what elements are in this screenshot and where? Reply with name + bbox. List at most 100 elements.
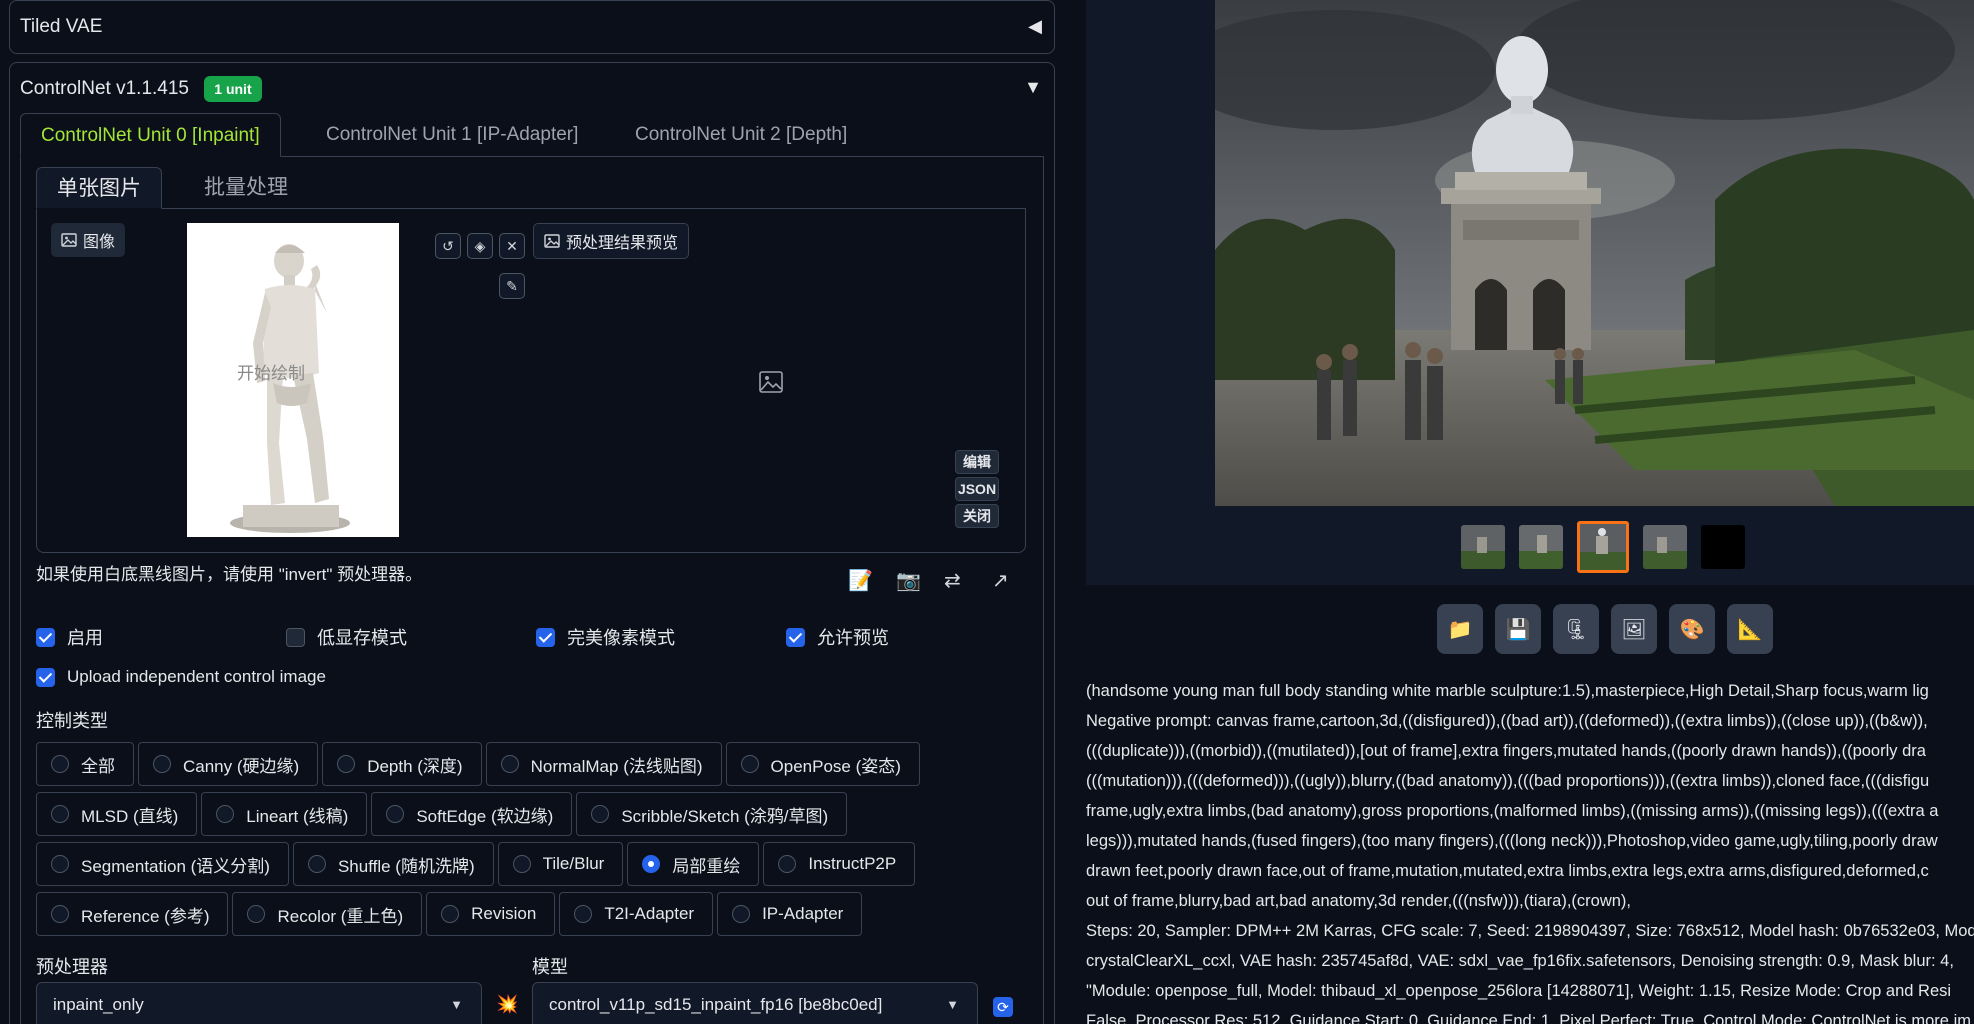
thumbnail-image — [1519, 525, 1563, 569]
preprocessor-dropdown[interactable]: inpaint_only ▼ — [36, 982, 482, 1024]
collapse-arrow-icon[interactable]: ◀ — [1028, 16, 1042, 37]
swap-icon[interactable]: ⇄ — [944, 568, 961, 593]
radio-dot[interactable] — [307, 855, 326, 873]
draw-hint: 开始绘制 — [237, 364, 305, 383]
camera-icon[interactable]: 📷 — [896, 568, 921, 593]
radio-dot[interactable] — [51, 805, 69, 823]
radio-tile-blur[interactable]: Tile/Blur — [497, 842, 624, 886]
radio-dot[interactable] — [153, 755, 171, 773]
radio-instructp2p[interactable]: InstructP2P — [763, 842, 916, 886]
radio-dot[interactable] — [740, 755, 759, 773]
radio-canny[interactable]: Canny (硬边缘) — [138, 742, 319, 786]
open-folder-button[interactable]: 📁 — [1437, 604, 1483, 654]
pixel-perfect-checkbox[interactable]: 完美像素模式 — [536, 624, 675, 650]
radio-dot[interactable] — [441, 905, 460, 923]
zip-button[interactable]: 🗜 — [1553, 604, 1599, 654]
model-dropdown[interactable]: control_v11p_sd15_inpaint_fp16 [be8bc0ed… — [532, 982, 978, 1024]
radio-dot[interactable] — [51, 905, 69, 923]
radio-softedge[interactable]: SoftEdge (软边缘) — [371, 792, 573, 836]
control-image-canvas[interactable]: 开始绘制 — [187, 223, 399, 537]
radio-segmentation[interactable]: Segmentation (语义分割) — [36, 842, 289, 886]
thumbnail-image — [1580, 524, 1626, 570]
radio-openpose[interactable]: OpenPose (姿态) — [725, 742, 920, 786]
gallery-thumbnail[interactable] — [1643, 525, 1687, 569]
radio-dot[interactable] — [574, 905, 593, 923]
eraser-icon[interactable]: ◈ — [467, 233, 493, 259]
undo-icon[interactable]: ↺ — [435, 233, 461, 259]
tab-unit-1[interactable]: ControlNet Unit 1 [IP-Adapter] — [306, 113, 598, 157]
radio-depth[interactable]: Depth (深度) — [322, 742, 482, 786]
preprocessor-label: 预处理器 — [36, 957, 108, 977]
result-image[interactable] — [1215, 0, 1974, 506]
gallery-thumbnail[interactable] — [1519, 525, 1563, 569]
radio-dot[interactable] — [512, 855, 531, 873]
tab-single-image[interactable]: 单张图片 — [36, 167, 162, 209]
checkbox-box[interactable] — [36, 667, 55, 687]
tab-unit-0[interactable]: ControlNet Unit 0 [Inpaint] — [20, 113, 281, 157]
radio-dot[interactable] — [216, 805, 235, 823]
save-icon: 💾 — [1505, 618, 1531, 641]
radio-label: Scribble/Sketch (涂鸦/草图) — [621, 806, 829, 826]
radio-shuffle[interactable]: Shuffle (随机洗牌) — [292, 842, 494, 886]
radio-all[interactable]: 全部 — [36, 742, 134, 786]
radio-mlsd[interactable]: MLSD (直线) — [36, 792, 198, 836]
radio-dot[interactable] — [51, 755, 69, 773]
app-root: Tiled VAE ◀ ControlNet v1.1.415 1 unit ▼… — [0, 0, 1974, 1024]
radio-t2i-adapter[interactable]: T2I-Adapter — [559, 892, 714, 936]
radio-dot[interactable] — [247, 905, 266, 923]
zip-icon: 🗜 — [1563, 618, 1589, 641]
gallery-thumbnail[interactable] — [1461, 525, 1505, 569]
radio-dot[interactable] — [591, 805, 610, 823]
tab-batch[interactable]: 批量处理 — [184, 167, 308, 209]
radio-dot[interactable] — [337, 755, 356, 773]
radio-recolor[interactable]: Recolor (重上色) — [232, 892, 423, 936]
radio-reference[interactable]: Reference (参考) — [36, 892, 229, 936]
low-vram-checkbox[interactable]: 低显存模式 — [286, 624, 407, 650]
send-dimensions-icon[interactable]: ↗ — [992, 568, 1009, 593]
send-to-inpaint-button[interactable]: 🎨 — [1669, 604, 1715, 654]
radio-dot[interactable] — [500, 755, 519, 773]
close-button[interactable]: 关闭 — [955, 504, 999, 528]
gallery-thumbnail-selected[interactable] — [1577, 521, 1629, 573]
brush-icon[interactable]: ✎ — [499, 273, 525, 299]
save-button[interactable]: 💾 — [1495, 604, 1541, 654]
checkbox-box[interactable] — [36, 627, 55, 647]
radio-ip-adapter[interactable]: IP-Adapter — [717, 892, 863, 936]
run-preprocessor-icon[interactable]: 💥 — [496, 994, 518, 1015]
picture-icon: 🖼 — [1621, 618, 1647, 641]
thumbnail-image — [1701, 525, 1745, 569]
radio-label: Revision — [471, 904, 537, 923]
radio-lineart[interactable]: Lineart (线稿) — [201, 792, 368, 836]
radio-inpaint[interactable]: 局部重绘 — [627, 842, 760, 886]
radio-dot[interactable] — [386, 805, 405, 823]
checkbox-box[interactable] — [536, 627, 555, 647]
controlnet-header[interactable]: ControlNet v1.1.415 1 unit — [20, 76, 262, 102]
control-type-label: 控制类型 — [36, 711, 108, 731]
radio-dot[interactable] — [778, 855, 797, 873]
radio-dot[interactable] — [51, 855, 69, 873]
tiled-vae-accordion[interactable]: Tiled VAE ◀ — [9, 0, 1055, 54]
close-icon[interactable]: ✕ — [499, 233, 525, 259]
radio-revision[interactable]: Revision — [426, 892, 556, 936]
enable-checkbox[interactable]: 启用 — [36, 624, 103, 650]
send-to-img2img-button[interactable]: 🖼 — [1611, 604, 1657, 654]
json-button[interactable]: JSON — [955, 477, 999, 501]
tiled-vae-title: Tiled VAE — [20, 16, 103, 37]
radio-label: NormalMap (法线贴图) — [530, 756, 703, 776]
radio-dot[interactable] — [732, 905, 751, 923]
tab-unit-2[interactable]: ControlNet Unit 2 [Depth] — [615, 113, 867, 157]
control-type-row-3: Segmentation (语义分割) Shuffle (随机洗牌) Tile/… — [36, 842, 919, 886]
checkbox-box[interactable] — [286, 627, 305, 647]
refresh-models-icon[interactable]: ⟳ — [993, 997, 1013, 1017]
gallery-thumbnail[interactable] — [1701, 525, 1745, 569]
upload-independent-checkbox[interactable]: Upload independent control image — [36, 667, 326, 687]
notepad-icon[interactable]: 📝 — [848, 568, 873, 593]
checkbox-box[interactable] — [786, 627, 805, 647]
edit-button[interactable]: 编辑 — [955, 450, 999, 474]
expand-arrow-icon[interactable]: ▼ — [1024, 77, 1042, 98]
radio-dot-selected[interactable] — [642, 855, 661, 873]
send-to-extras-button[interactable]: 📐 — [1727, 604, 1773, 654]
allow-preview-checkbox[interactable]: 允许预览 — [786, 624, 889, 650]
radio-normalmap[interactable]: NormalMap (法线贴图) — [485, 742, 722, 786]
radio-scribble[interactable]: Scribble/Sketch (涂鸦/草图) — [576, 792, 848, 836]
